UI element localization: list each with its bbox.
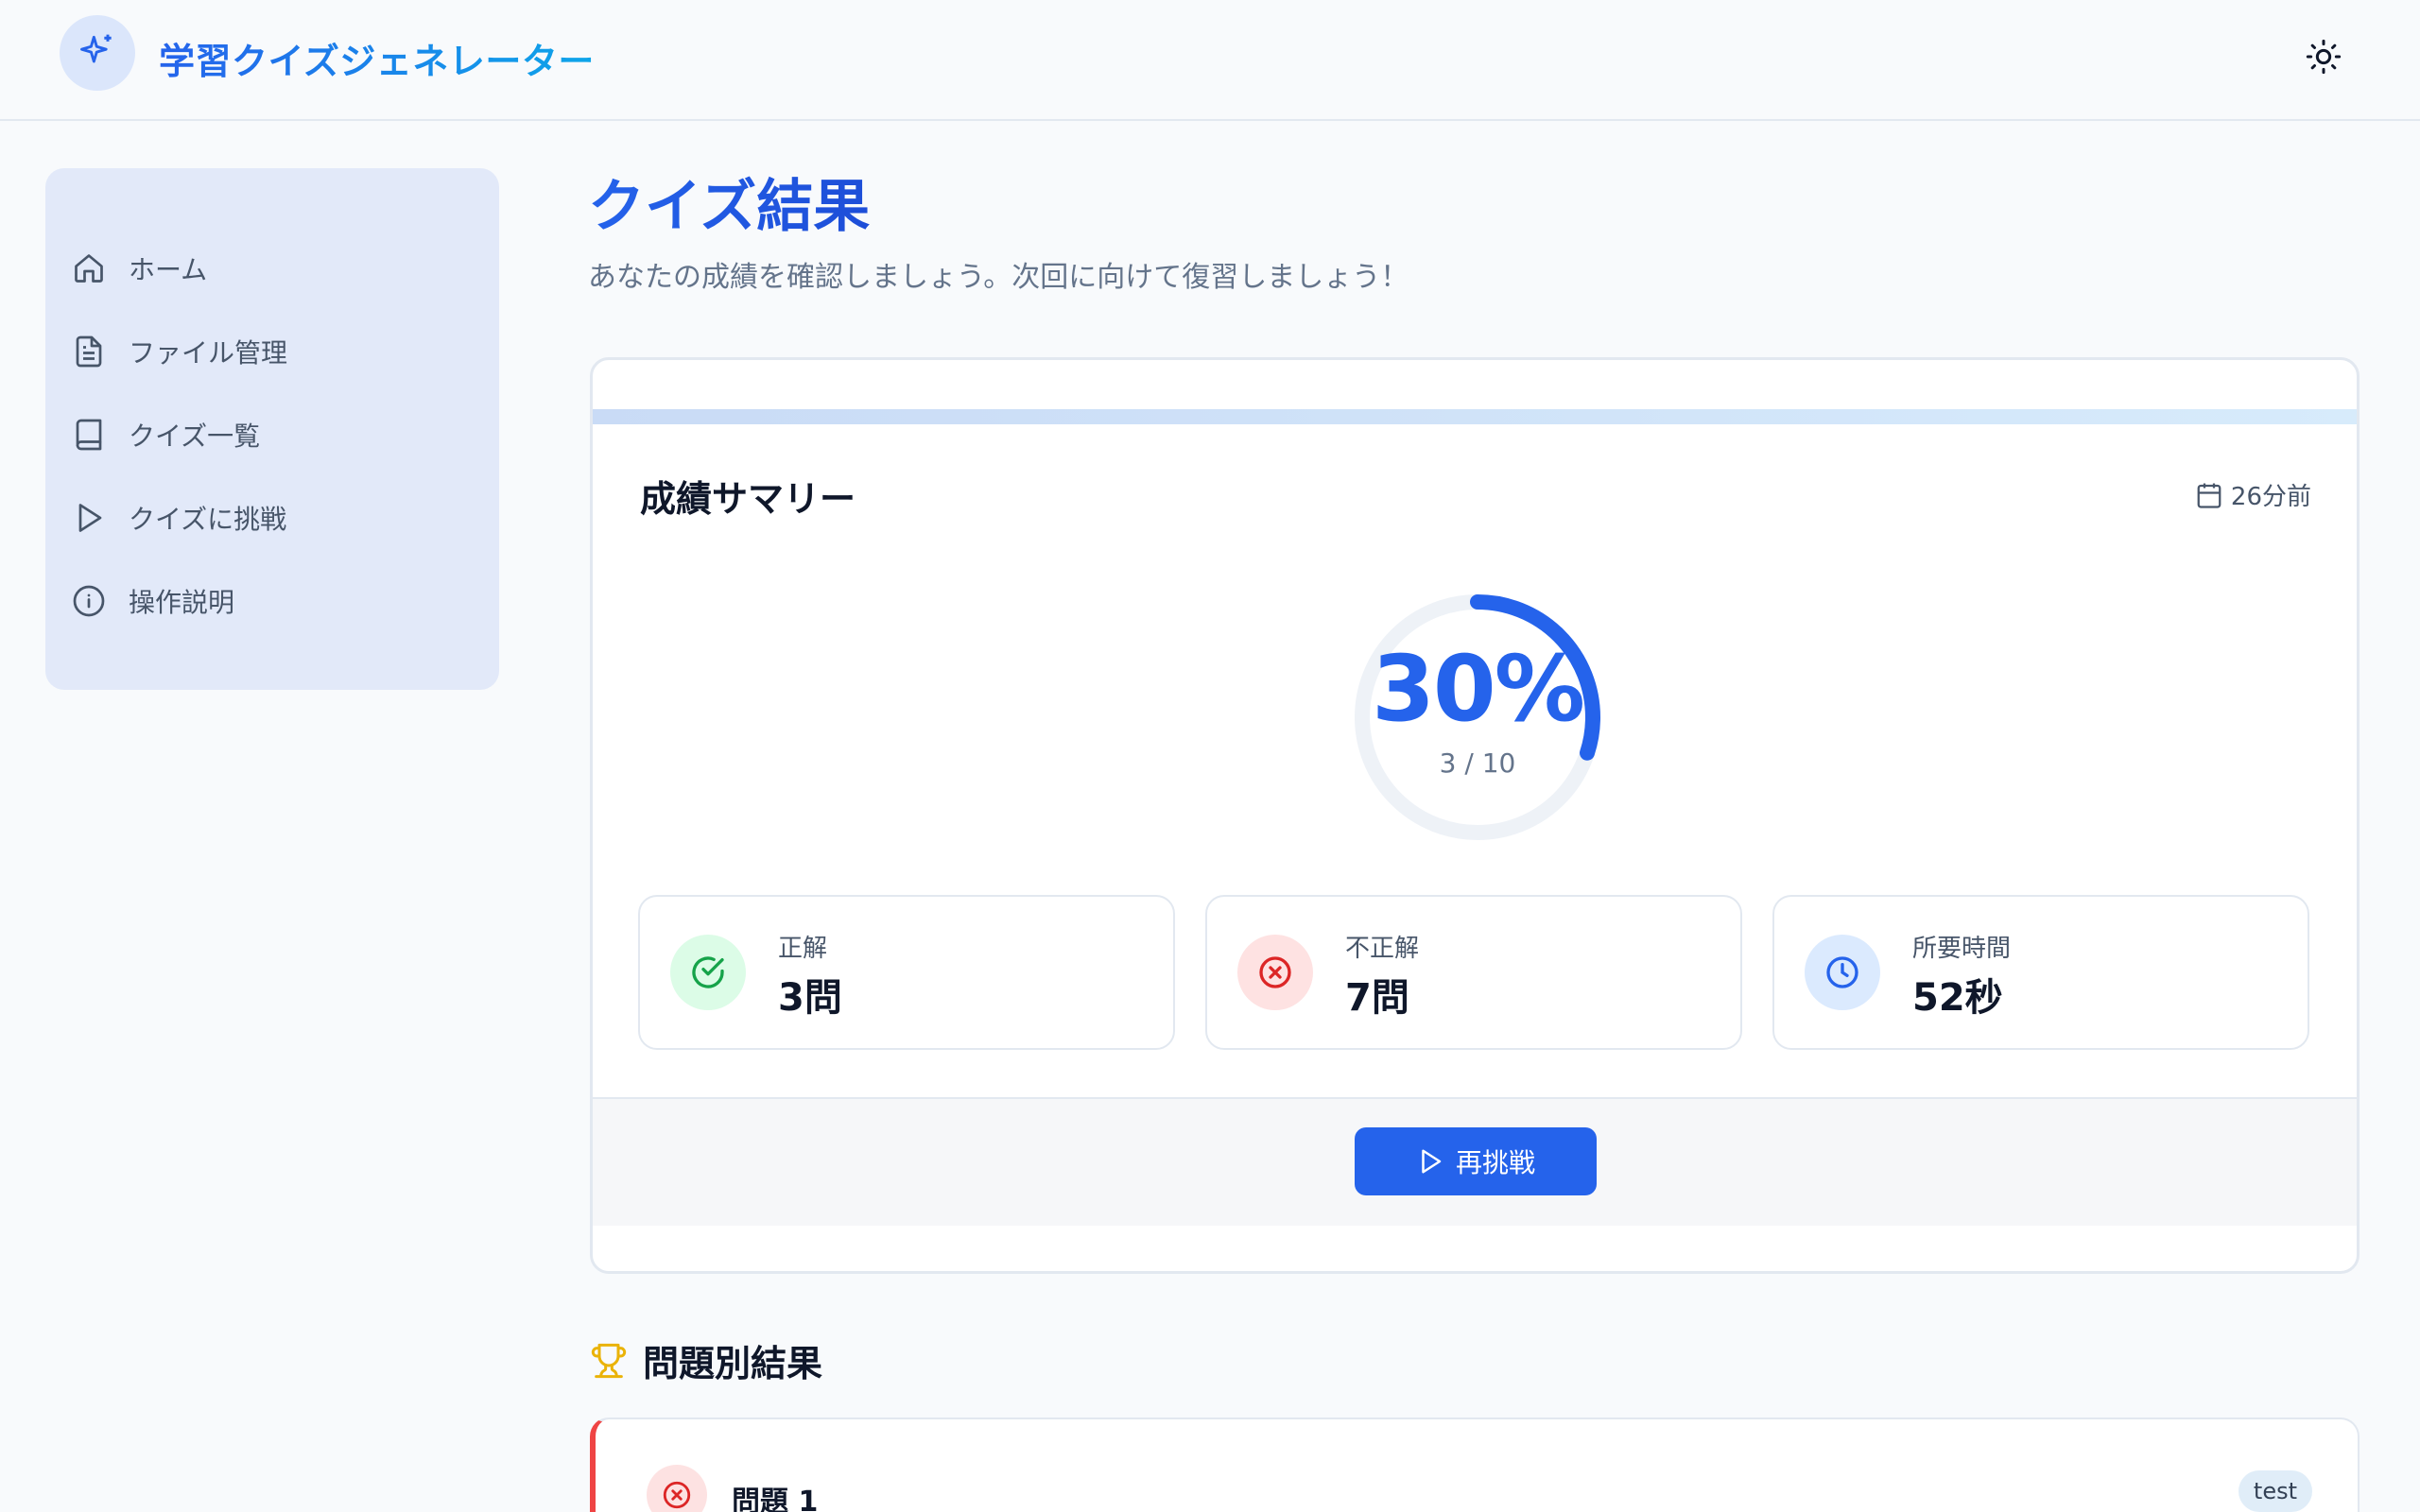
card-accent-bar <box>593 409 2357 424</box>
score-percent: 30% <box>1372 636 1585 742</box>
clock-icon <box>1805 935 1880 1010</box>
stat-incorrect: 不正解 7問 <box>1205 895 1742 1050</box>
x-circle-icon <box>1237 935 1313 1010</box>
results-heading-text: 問題別結果 <box>643 1343 823 1384</box>
sidebar-item-label: クイズに挑戦 <box>129 504 287 535</box>
summary-date: 26分前 <box>2195 477 2311 512</box>
book-icon <box>68 414 110 455</box>
file-text-icon <box>68 331 110 372</box>
retry-button-label: 再挑戦 <box>1455 1147 1535 1178</box>
sidebar-item-home[interactable]: ホーム <box>64 234 480 302</box>
stat-value: 7問 <box>1345 976 1409 1020</box>
play-icon <box>1416 1147 1444 1176</box>
sun-icon <box>2305 38 2342 79</box>
sidebar-item-label: クイズ一覧 <box>129 421 261 452</box>
stat-correct: 正解 3問 <box>638 895 1175 1050</box>
sidebar-item-files[interactable]: ファイル管理 <box>64 318 480 386</box>
results-heading: 問題別結果 <box>590 1334 822 1386</box>
sidebar-item-help[interactable]: 操作説明 <box>64 567 480 635</box>
home-icon <box>68 248 110 289</box>
trophy-icon <box>590 1340 628 1382</box>
sidebar: ホーム ファイル管理 クイズ一覧 クイズに挑戦 操作説明 <box>45 168 499 690</box>
score-fraction: 3 / 10 <box>1439 747 1516 779</box>
sidebar-item-label: ホーム <box>129 254 208 285</box>
stat-label: 正解 <box>778 935 828 963</box>
stat-label: 不正解 <box>1345 935 1420 963</box>
question-title: 問題 1 <box>732 1486 819 1512</box>
play-icon <box>68 497 110 539</box>
theme-toggle-button[interactable] <box>2303 38 2344 79</box>
stat-value: 52秒 <box>1912 976 2003 1020</box>
sparkles-icon <box>77 30 118 76</box>
stat-label: 所要時間 <box>1912 935 2012 963</box>
sidebar-item-label: 操作説明 <box>129 587 235 618</box>
app-title: 学習クイズジェネレーター <box>159 32 595 84</box>
x-circle-icon <box>647 1465 707 1512</box>
calendar-icon <box>2195 481 2223 509</box>
summary-date-text: 26分前 <box>2230 483 2311 511</box>
info-icon <box>68 580 110 622</box>
summary-title: 成績サマリー <box>640 478 856 520</box>
score-summary-card: 成績サマリー 26分前 30% 3 / 10 正解 3問 不正解 7問 所要時間… <box>590 357 2360 1274</box>
score-ring: 30% 3 / 10 <box>1347 587 1608 848</box>
page-subtitle: あなたの成績を確認しましょう。次回に向けて復習しましょう！ <box>588 261 1409 294</box>
summary-card-footer: 再挑戦 <box>593 1097 2357 1226</box>
app-logo <box>60 15 135 91</box>
sidebar-item-take-quiz[interactable]: クイズに挑戦 <box>64 484 480 552</box>
page-title: クイズ結果 <box>588 161 870 243</box>
question-result-card[interactable]: 問題 1 test <box>590 1418 2360 1512</box>
app-header: 学習クイズジェネレーター <box>0 0 2420 121</box>
question-tag: test <box>2238 1470 2312 1512</box>
retry-button[interactable]: 再挑戦 <box>1355 1127 1597 1195</box>
stat-value: 3問 <box>778 976 842 1020</box>
sidebar-item-label: ファイル管理 <box>129 337 288 369</box>
check-circle-icon <box>670 935 746 1010</box>
stat-time: 所要時間 52秒 <box>1772 895 2309 1050</box>
sidebar-item-quiz-list[interactable]: クイズ一覧 <box>64 401 480 469</box>
